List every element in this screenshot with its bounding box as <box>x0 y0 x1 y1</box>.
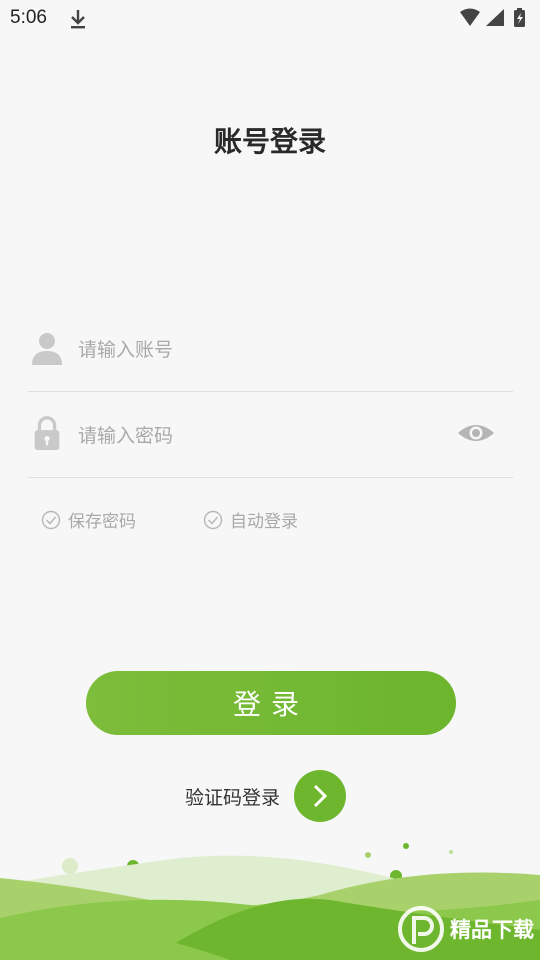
code-login-link[interactable]: 验证码登录 <box>185 770 347 822</box>
save-password-checkbox[interactable]: 保存密码 <box>41 507 136 532</box>
battery-icon <box>514 8 525 27</box>
account-field <box>28 305 513 392</box>
status-time: 5:06 <box>10 7 47 28</box>
wifi-icon <box>460 8 480 26</box>
chevron-right-icon <box>313 784 328 808</box>
login-button[interactable]: 登录 <box>86 671 456 735</box>
watermark-logo-icon <box>398 906 444 952</box>
password-input[interactable] <box>78 419 438 453</box>
check-circle-icon <box>203 510 223 529</box>
watermark-text: 精品下载 <box>450 918 534 942</box>
signal-icon <box>486 9 504 26</box>
code-login-label: 验证码登录 <box>185 786 281 809</box>
user-icon <box>32 333 62 365</box>
account-input[interactable] <box>78 333 438 367</box>
password-field <box>28 391 513 478</box>
lock-icon <box>34 416 60 451</box>
watermark: 精品下载 <box>396 904 534 954</box>
download-icon <box>71 10 85 29</box>
auto-login-checkbox[interactable]: 自动登录 <box>203 507 298 532</box>
check-circle-icon <box>41 510 61 529</box>
eye-icon[interactable] <box>457 421 495 445</box>
save-password-label: 保存密码 <box>68 512 136 532</box>
system-status-icons <box>460 8 525 27</box>
status-bar: 5:06 <box>0 0 540 38</box>
code-login-arrow-button[interactable] <box>294 770 347 822</box>
page-title: 账号登录 <box>213 125 326 158</box>
auto-login-label: 自动登录 <box>230 512 298 532</box>
